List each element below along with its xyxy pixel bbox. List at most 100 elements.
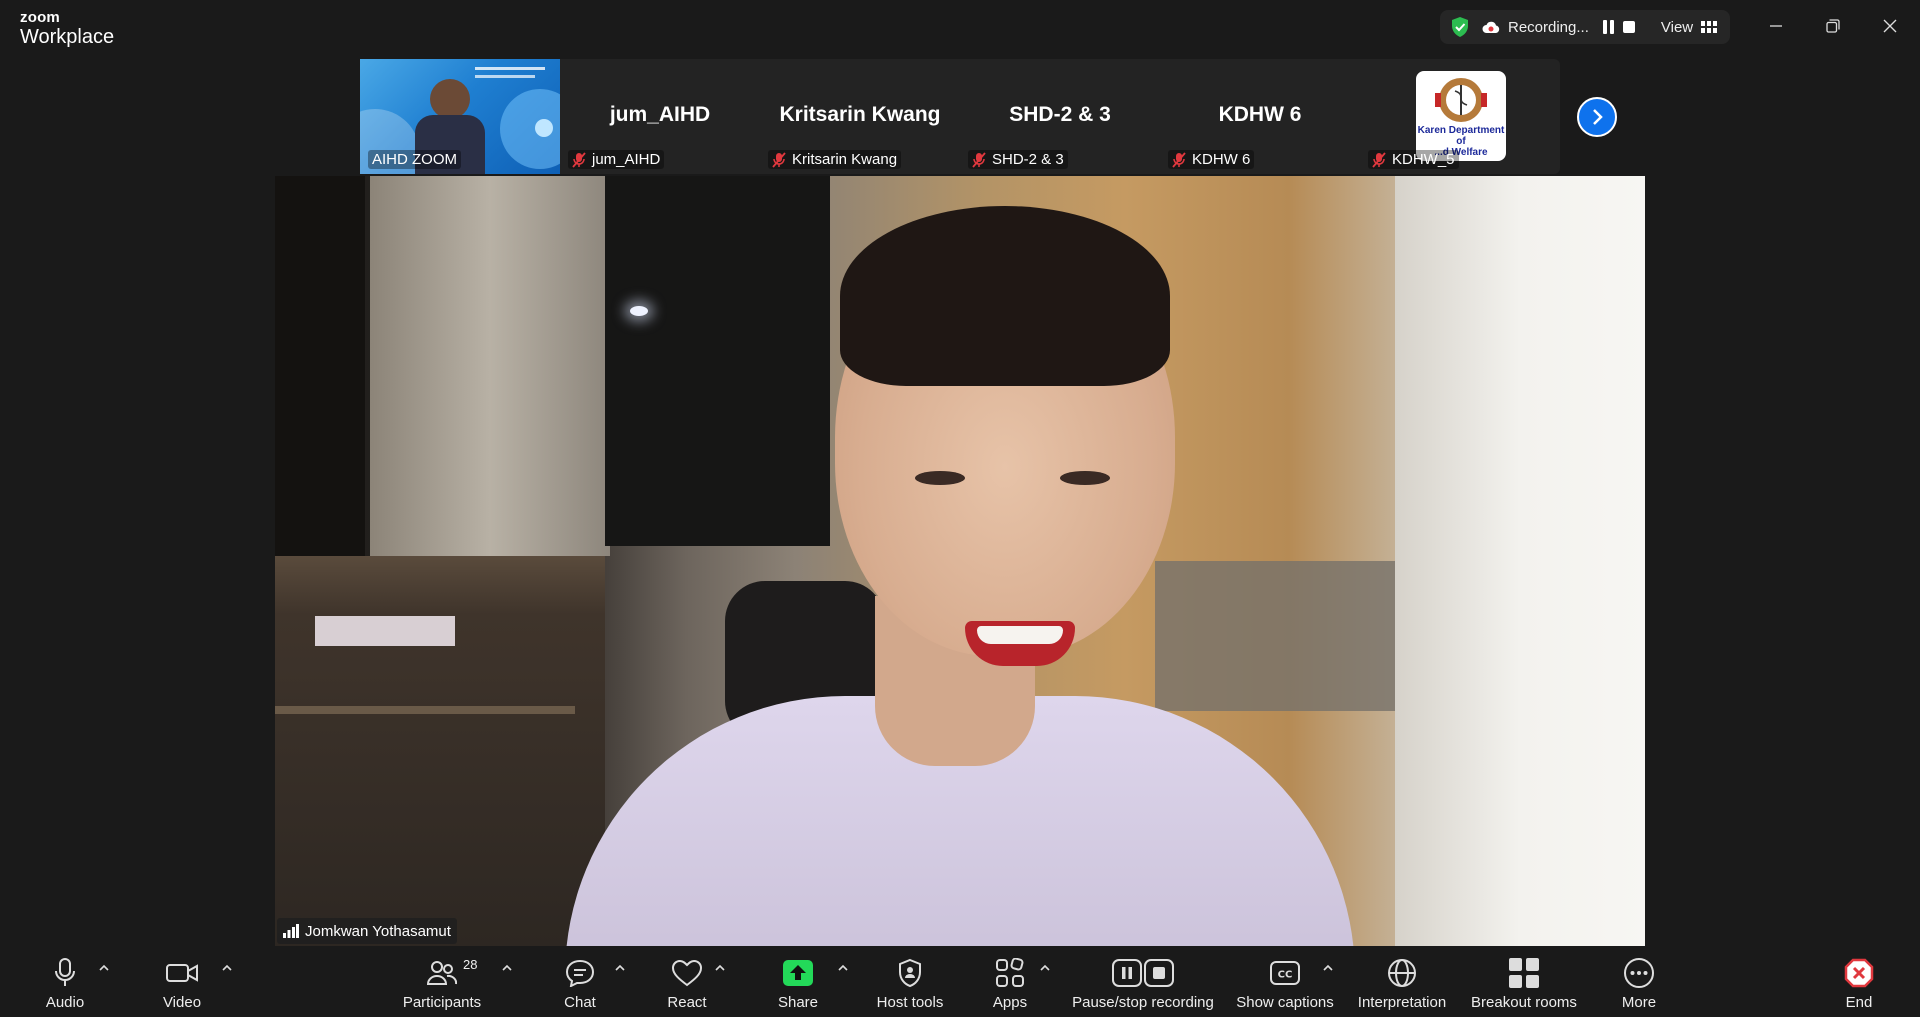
stop-recording-icon[interactable]	[1622, 21, 1635, 33]
react-button[interactable]: React	[666, 955, 708, 1011]
minimize-button[interactable]	[1760, 12, 1792, 40]
react-label: React	[667, 994, 707, 1011]
audio-button[interactable]: Audio	[45, 955, 85, 1011]
video-shelf	[275, 556, 605, 946]
chat-options-chevron-icon[interactable]	[614, 963, 626, 973]
speaker-eye	[915, 471, 965, 485]
thumbnail-backdrop-shape	[535, 119, 553, 137]
participant-thumbnail-aihd-zoom[interactable]: AIHD ZOOM	[360, 59, 560, 174]
closed-captions-icon: CC	[1270, 961, 1300, 985]
cloud-recording-icon	[1482, 21, 1500, 33]
speaker-hair	[840, 206, 1170, 386]
breakout-rooms-label: Breakout rooms	[1471, 994, 1577, 1011]
show-captions-button[interactable]: CC Show captions	[1236, 955, 1334, 1011]
interpretation-button[interactable]: Interpretation	[1354, 955, 1450, 1011]
end-meeting-button[interactable]: End	[1842, 955, 1876, 1011]
captions-options-chevron-icon[interactable]	[1322, 963, 1334, 973]
participant-display-name: Kritsarin Kwang	[779, 103, 941, 126]
chevron-right-icon	[1593, 109, 1603, 125]
recording-text: Recording...	[1508, 18, 1589, 36]
video-button[interactable]: Video	[160, 955, 204, 1011]
thumbnail-label: AIHD ZOOM	[368, 150, 461, 169]
title-bar: zoom Workplace Recording... View	[0, 0, 1920, 56]
participant-thumbnail-kdhw-5[interactable]: Karen Department of ...d Welfare KDHW_5	[1360, 59, 1560, 174]
participant-name: jum_AIHD	[592, 151, 661, 168]
speaker-eye	[1060, 471, 1110, 485]
share-screen-icon	[783, 960, 813, 986]
view-button[interactable]: View	[1660, 18, 1718, 36]
karen-department-logo: Karen Department of ...d Welfare	[1416, 71, 1506, 161]
chat-label: Chat	[564, 994, 596, 1011]
participant-thumbnail-strip: AIHD ZOOM jum_AIHD jum_AIHD Kritsarin Kw…	[360, 59, 1560, 174]
video-shelf-board	[275, 706, 575, 714]
shield-icon	[899, 958, 921, 988]
thumbnail-label: jum_AIHD	[568, 150, 665, 169]
restore-button[interactable]	[1817, 12, 1849, 40]
main-speaker-video[interactable]: Jomkwan Yothasamut	[275, 176, 1645, 946]
video-bright-wall	[1395, 176, 1645, 946]
security-shield-icon[interactable]	[1450, 16, 1470, 38]
video-curtain	[370, 176, 610, 556]
microphone-icon	[55, 958, 75, 986]
apps-label: Apps	[992, 994, 1028, 1011]
pause-stop-recording-icon	[1112, 959, 1174, 987]
recording-status-pill: Recording... View	[1440, 10, 1730, 44]
view-label: View	[1660, 18, 1694, 36]
participant-name: Kritsarin Kwang	[792, 151, 898, 168]
share-screen-button[interactable]: Share	[775, 955, 821, 1011]
more-options-icon	[1624, 958, 1654, 988]
svg-text:CC: CC	[1278, 970, 1293, 981]
logo-text-line: Karen Department of	[1417, 124, 1505, 147]
pause-stop-recording-label: Pause/stop recording	[1072, 994, 1214, 1011]
participant-name: KDHW_5	[1392, 151, 1455, 168]
pause-stop-recording-button[interactable]: Pause/stop recording	[1070, 955, 1216, 1011]
pause-recording-icon[interactable]	[1602, 20, 1615, 34]
muted-mic-icon	[772, 151, 786, 168]
chat-button[interactable]: Chat	[560, 955, 600, 1011]
grid-view-icon	[1701, 21, 1718, 33]
more-button[interactable]: More	[1617, 955, 1661, 1011]
share-label: Share	[777, 994, 819, 1011]
globe-icon	[1388, 959, 1416, 987]
thumbnail-label: KDHW 6	[1168, 150, 1255, 169]
participant-display-name: SHD-2 & 3	[1009, 103, 1111, 126]
medical-emblem-icon	[1435, 77, 1487, 122]
participants-options-chevron-icon[interactable]	[501, 963, 513, 973]
participant-name: KDHW 6	[1192, 151, 1251, 168]
next-page-button[interactable]	[1577, 97, 1617, 137]
signal-strength-icon	[283, 924, 299, 938]
muted-mic-icon	[1372, 151, 1386, 168]
more-label: More	[1621, 994, 1657, 1011]
muted-mic-icon	[1172, 151, 1186, 168]
participant-thumbnail-kritsarin-kwang[interactable]: Kritsarin Kwang Kritsarin Kwang	[760, 59, 960, 174]
apps-button[interactable]: Apps	[990, 955, 1030, 1011]
breakout-rooms-icon	[1509, 958, 1539, 988]
react-options-chevron-icon[interactable]	[714, 963, 726, 973]
participant-display-name: KDHW 6	[1218, 103, 1302, 126]
participant-name: SHD-2 & 3	[992, 151, 1064, 168]
slide-text-line	[475, 75, 535, 78]
host-tools-label: Host tools	[876, 994, 944, 1011]
participant-thumbnail-jum-aihd[interactable]: jum_AIHD jum_AIHD	[560, 59, 760, 174]
share-options-chevron-icon[interactable]	[837, 963, 849, 973]
slide-text-line	[475, 67, 545, 70]
participant-name: AIHD ZOOM	[372, 151, 457, 168]
breakout-rooms-button[interactable]: Breakout rooms	[1469, 955, 1579, 1011]
muted-mic-icon	[972, 151, 986, 168]
participant-thumbnail-shd[interactable]: SHD-2 & 3 SHD-2 & 3	[960, 59, 1160, 174]
apps-options-chevron-icon[interactable]	[1039, 963, 1051, 973]
close-icon	[1883, 19, 1897, 33]
speaker-name-tag: Jomkwan Yothasamut	[277, 918, 457, 944]
end-label: End	[1845, 994, 1873, 1011]
video-options-chevron-icon[interactable]	[221, 963, 233, 973]
close-window-button[interactable]	[1874, 12, 1906, 40]
apps-icon	[996, 958, 1024, 987]
audio-label: Audio	[45, 994, 85, 1011]
video-shelf-item	[315, 616, 455, 646]
participants-icon	[427, 961, 457, 985]
chat-bubble-icon	[565, 959, 595, 987]
participant-thumbnail-kdhw-6[interactable]: KDHW 6 KDHW 6	[1160, 59, 1360, 174]
host-tools-button[interactable]: Host tools	[874, 955, 946, 1011]
audio-options-chevron-icon[interactable]	[98, 963, 110, 973]
speaker-teeth	[977, 626, 1063, 644]
